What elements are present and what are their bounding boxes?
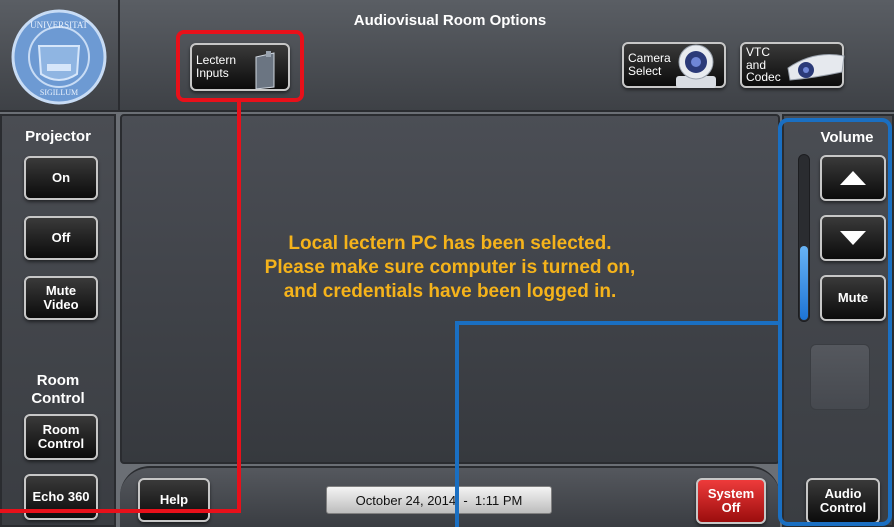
mute-video-button[interactable]: Mute Video [24,276,98,320]
university-seal-logo: UNIVERSITAT SIGILLUM [4,4,114,110]
top-left-divider [118,0,120,112]
message-line-3: and credentials have been logged in. [283,281,617,302]
message-line-2: Please make sure computer is turned on, [264,257,636,278]
room-control-button[interactable]: Room Control [24,414,98,460]
projector-off-label: Off [51,230,71,246]
camera-icon [670,42,722,93]
vtc-codec-button[interactable]: VTC and Codec [740,42,845,88]
help-label: Help [159,492,189,508]
system-off-label: System Off [707,486,755,515]
projector-label: Projector [25,128,91,145]
room-control-button-label: Room Control [37,422,85,451]
projector-off-button[interactable]: Off [24,216,98,260]
projector-on-label: On [51,170,71,186]
lectern-annotation-box [176,30,304,102]
svg-text:SIGILLUM: SIGILLUM [40,88,78,97]
camera-select-button[interactable]: Camera Select [622,42,726,88]
volume-annotation-box [778,118,892,526]
room-control-heading: Room Control [31,372,85,407]
page-title: Audiovisual Room Options [353,12,547,29]
vtc-codec-icon [784,46,848,89]
help-button[interactable]: Help [138,478,210,522]
annotation-connector-blue-h [455,321,780,325]
date-time-text: October 24, 2014 - 1:11 PM [355,493,523,508]
annotation-connector-blue-v [455,321,459,527]
svg-text:UNIVERSITAT: UNIVERSITAT [30,20,88,30]
annotation-connector-red-h [0,509,241,513]
message-line-1: Local lectern PC has been selected. [288,233,612,254]
mute-video-label: Mute Video [43,283,79,312]
date-time-display: October 24, 2014 - 1:11 PM [326,486,552,514]
echo-360-button[interactable]: Echo 360 [24,474,98,520]
system-off-button[interactable]: System Off [696,478,766,524]
selection-message: Local lectern PC has been selected. Plea… [140,232,760,304]
annotation-connector-red-v [237,100,241,513]
projector-on-button[interactable]: On [24,156,98,200]
camera-select-label: Camera Select [628,51,671,78]
echo-360-label: Echo 360 [32,489,90,505]
vtc-codec-label: VTC and Codec [746,45,781,85]
